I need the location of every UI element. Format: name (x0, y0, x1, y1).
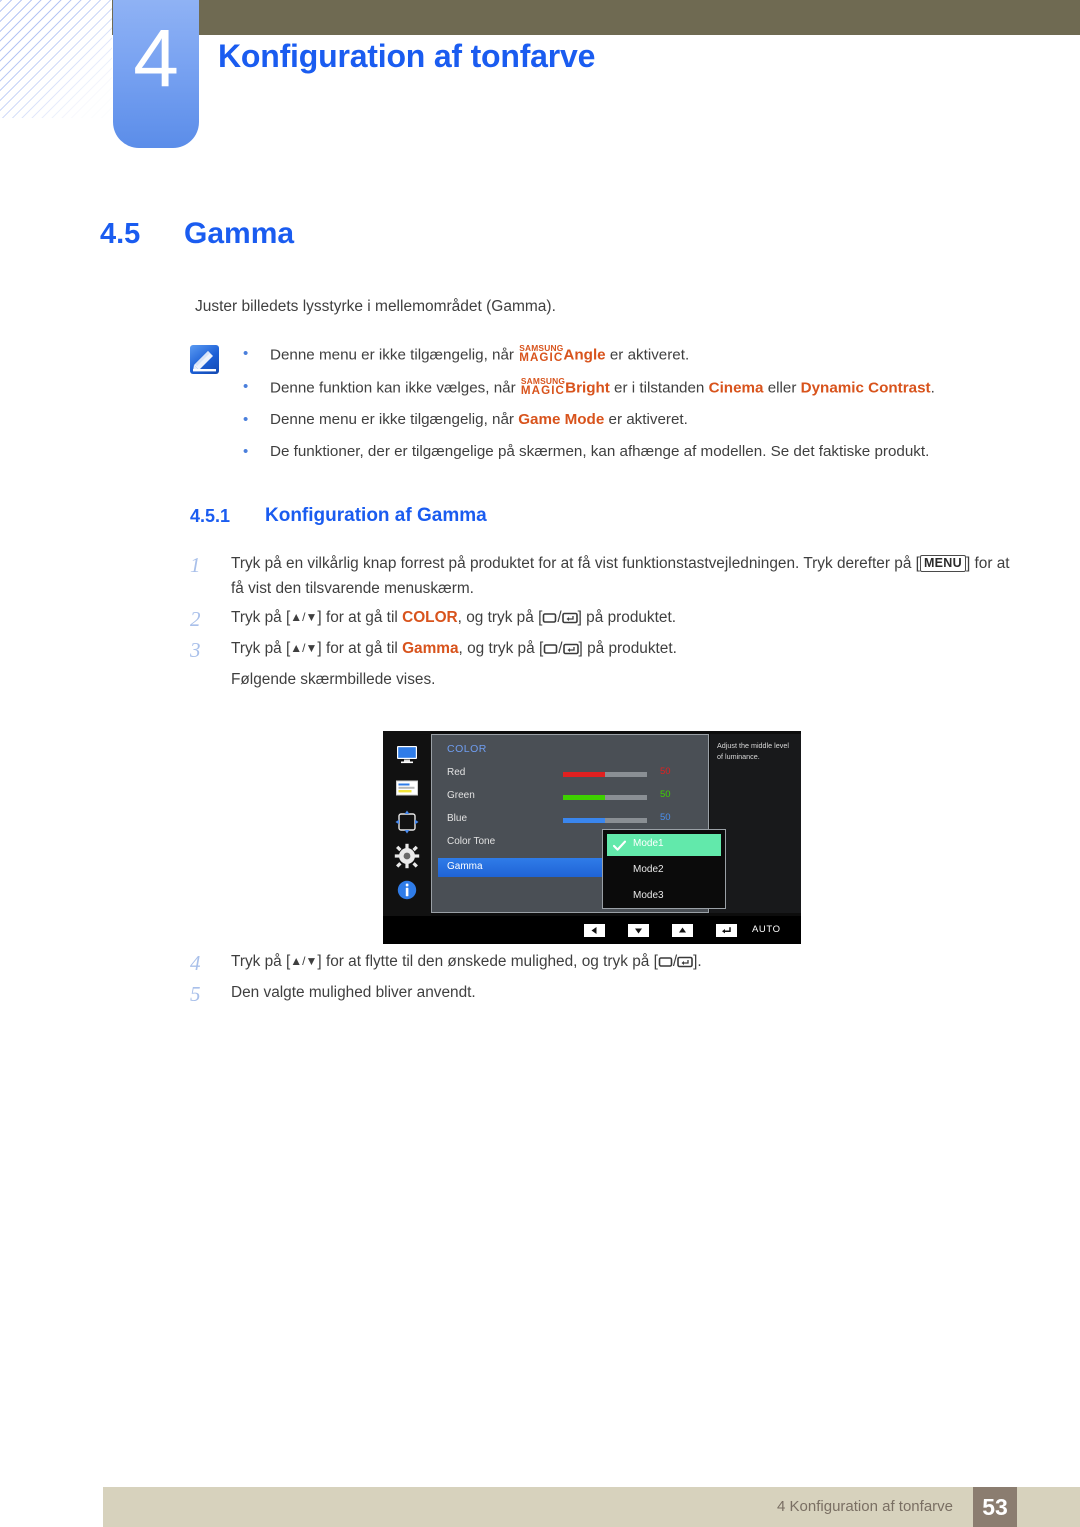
chapter-number: 4 (133, 13, 179, 104)
subsection-number: 4.5.1 (190, 506, 231, 526)
list-item-text: Denne menu er ikke tilgængelig, når SAMS… (270, 343, 690, 364)
list-item-text: Denne funktion kan ikke vælges, når SAMS… (270, 376, 935, 397)
list-item: • Denne menu er ikke tilgængelig, når SA… (243, 343, 1033, 366)
section-intro: Juster billedets lysstyrke i mellemområd… (195, 298, 556, 315)
blue-slider[interactable] (563, 818, 647, 823)
up-arrow-button[interactable] (672, 924, 693, 937)
step-text: Tryk på [▲/▼] for at gå til Gamma, og tr… (231, 637, 1020, 664)
osd-icon-rail (383, 731, 431, 916)
menu-keycap: MENU (919, 555, 966, 572)
step-1: 1 Tryk på en vilkårlig knap forrest på p… (190, 552, 1020, 602)
osd-row-label: Green (447, 790, 475, 801)
enter-button-icon (562, 639, 579, 664)
setup-gear-icon[interactable] (394, 843, 420, 869)
osd-row-red[interactable]: Red 50 (432, 764, 710, 785)
information-icon[interactable] (394, 877, 420, 903)
dropdown-item-mode2[interactable]: Mode2 (607, 860, 721, 882)
osd-row-green[interactable]: Green 50 (432, 787, 710, 808)
blue-value: 50 (660, 812, 671, 823)
list-item: • Denne menu er ikke tilgængelig, når Ga… (243, 409, 1033, 431)
samsung-magic-logo: SAMSUNG MAGIC (519, 343, 564, 364)
enter-button-icon (561, 608, 578, 633)
list-item: • Denne funktion kan ikke vælges, når SA… (243, 376, 1033, 399)
notes-list: • Denne menu er ikke tilgængelig, når SA… (243, 343, 1033, 473)
green-slider[interactable] (563, 795, 647, 800)
source-button-icon (658, 952, 673, 977)
bullet-dot-icon: • (243, 378, 249, 396)
osd-button-bar: AUTO (383, 916, 832, 944)
bullet-dot-icon: • (243, 442, 249, 460)
bullet-dot-icon: • (243, 411, 249, 429)
footer-chapter-label: 4 Konfiguration af tonfarve (777, 1498, 953, 1515)
page-title: Gamma (184, 217, 295, 250)
up-down-arrows-icon: ▲/▼ (290, 954, 318, 968)
step-number: 3 (190, 637, 201, 662)
osd-help-text: Adjust the middle level of luminance. (717, 741, 789, 761)
hatch-fade-overlay (0, 0, 112, 118)
source-button-icon (543, 639, 558, 664)
header-olive-bar (112, 0, 1080, 35)
up-down-arrows-icon: ▲/▼ (290, 609, 318, 624)
red-value: 50 (660, 766, 671, 777)
bullet-dot-icon: • (243, 345, 249, 362)
step-2: 2 Tryk på [▲/▼] for at gå til COLOR, og … (190, 606, 1020, 633)
step-4: 4 Tryk på [▲/▼] for at flytte til den øn… (190, 950, 1020, 977)
dropdown-item-label: Mode1 (633, 838, 664, 849)
monitor-icon[interactable] (394, 741, 420, 767)
list-item-text: Denne menu er ikke tilgængelig, når Game… (270, 411, 688, 429)
osd-row-blue[interactable]: Blue 50 (432, 810, 710, 831)
step-number: 2 (190, 606, 201, 631)
osd-body: COLOR Red 50 Green 50 Blue 50 Color Tone (383, 731, 801, 916)
osd-row-label: Red (447, 767, 466, 778)
step-3: 3 Tryk på [▲/▼] for at gå til Gamma, og … (190, 637, 1020, 664)
note-pencil-icon (190, 345, 219, 374)
osd-menu-panel: COLOR Red 50 Green 50 Blue 50 Color Tone (431, 734, 726, 913)
dropdown-item-mode1[interactable]: Mode1 (607, 834, 721, 856)
red-slider[interactable] (563, 772, 647, 777)
picture-color-icon[interactable] (394, 775, 420, 801)
size-position-icon[interactable] (394, 809, 420, 835)
list-item-text: De funktioner, der er tilgængelige på sk… (270, 442, 930, 460)
up-down-arrows-icon: ▲/▼ (290, 640, 318, 655)
step-number: 4 (190, 951, 201, 975)
check-icon (612, 839, 627, 851)
list-item: • De funktioner, der er tilgængelige på … (243, 441, 1033, 463)
enter-button-icon (677, 952, 693, 977)
left-arrow-button[interactable] (584, 924, 605, 937)
source-button-icon (542, 608, 557, 633)
auto-button[interactable]: AUTO (752, 924, 781, 935)
step-number: 1 (190, 553, 201, 577)
dropdown-item-mode3[interactable]: Mode3 (607, 886, 721, 908)
osd-screenshot: COLOR Red 50 Green 50 Blue 50 Color Tone (383, 731, 832, 944)
samsung-magic-logo: SAMSUNG MAGIC (520, 376, 566, 397)
step-text: Tryk på en vilkårlig knap forrest på pro… (231, 555, 1010, 597)
osd-category-label: COLOR (447, 743, 487, 755)
steps-list-continued: 4 Tryk på [▲/▼] for at flytte til den øn… (190, 950, 1020, 1011)
step-number: 5 (190, 981, 201, 1006)
step-3-subtext: Følgende skærmbillede vises. (231, 670, 436, 688)
dropdown-item-label: Mode2 (633, 864, 664, 875)
osd-row-label: Color Tone (447, 836, 496, 847)
page-number: 53 (973, 1487, 1017, 1527)
dropdown-item-label: Mode3 (633, 890, 664, 901)
step-text: Den valgte mulighed bliver anvendt. (231, 983, 476, 1001)
down-arrow-button[interactable] (628, 924, 649, 937)
osd-row-label: Gamma (447, 861, 483, 872)
subsection-title: Konfiguration af Gamma (265, 505, 487, 526)
enter-button[interactable] (716, 924, 737, 937)
power-icon[interactable] (815, 924, 836, 937)
gamma-mode-dropdown[interactable]: Mode1 Mode2 Mode3 (602, 829, 726, 909)
step-text: Tryk på [▲/▼] for at flytte til den ønsk… (231, 950, 1020, 977)
osd-row-label: Blue (447, 813, 468, 824)
step-text: Tryk på [▲/▼] for at gå til COLOR, og tr… (231, 606, 1020, 633)
steps-list: 1 Tryk på en vilkårlig knap forrest på p… (190, 552, 1020, 693)
section-number: 4.5 (100, 218, 141, 250)
chapter-title: Konfiguration af tonfarve (218, 38, 596, 74)
step-5: 5 Den valgte mulighed bliver anvendt. (190, 981, 1020, 1007)
green-value: 50 (660, 789, 671, 800)
